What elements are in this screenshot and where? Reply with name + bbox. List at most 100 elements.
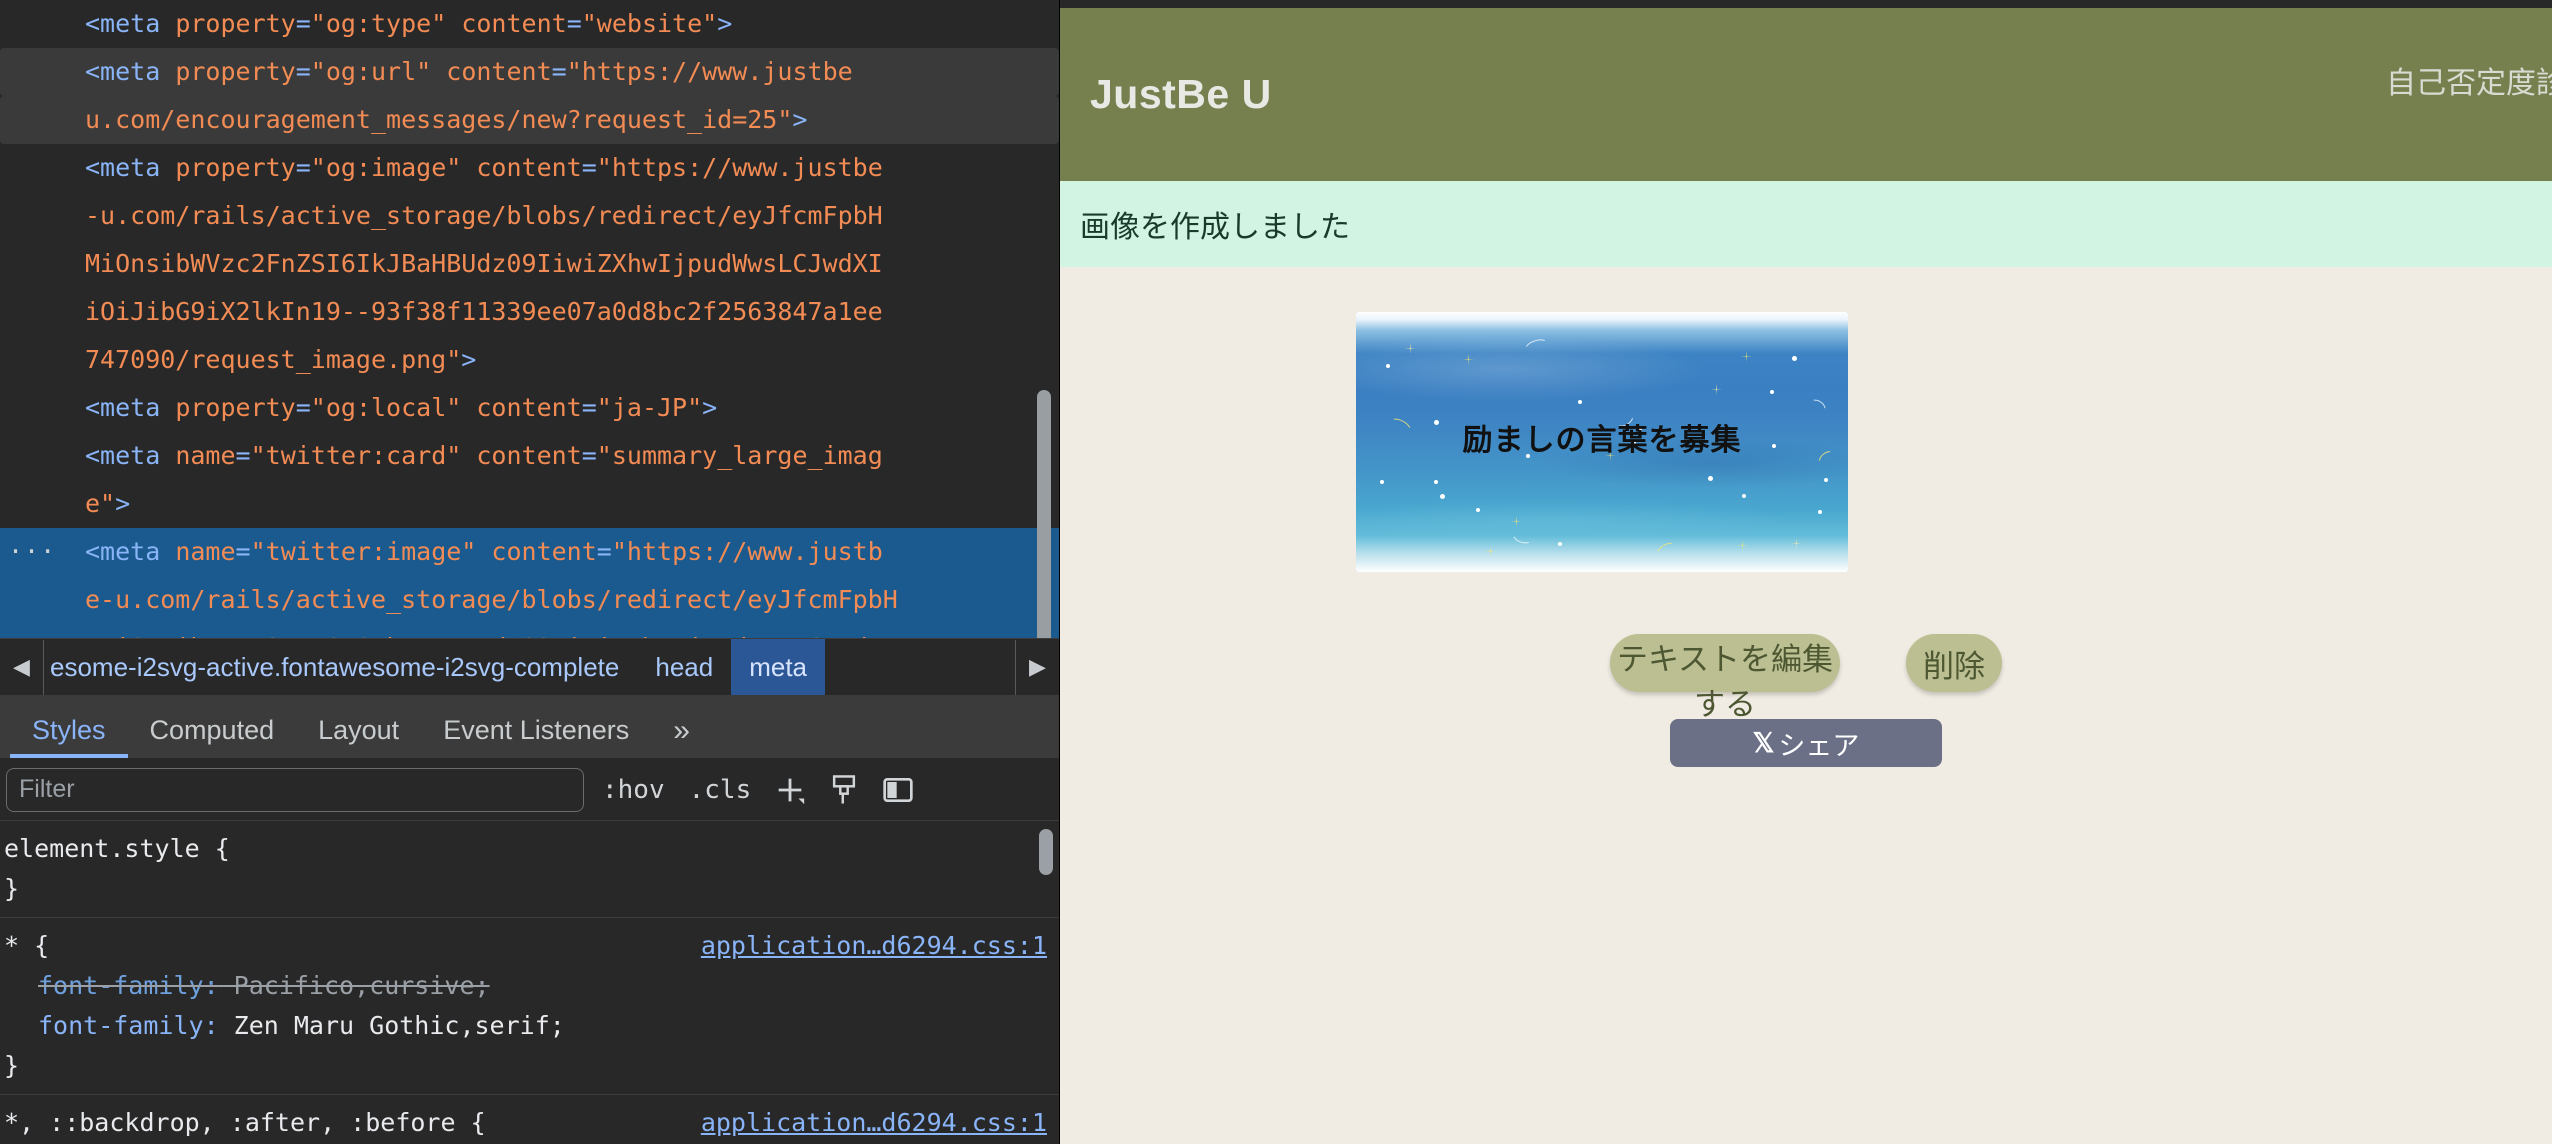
share-x-button[interactable]: 𝕏 シェア [1670,719,1942,767]
styles-tab[interactable]: Layout [296,717,421,758]
dom-code-line[interactable]: <meta property="og:type" content="websit… [0,0,1059,48]
delete-button[interactable]: 削除 [1906,634,2002,692]
code-token: = [295,9,311,38]
css-rule-header: element.style { [4,829,1059,869]
plus-icon[interactable] [769,769,811,811]
hov-toggle[interactable]: :hov [596,775,671,805]
app-main: 励ましの言葉を募集 テキストを編集する 削除 𝕏 シェア [1060,267,2552,1144]
sparkle-icon [1406,344,1415,353]
css-selector[interactable]: element.style { [4,829,230,869]
code-token: > [115,489,131,518]
screen-root: <meta property="og:type" content="websit… [0,0,2552,1144]
star-dot [1380,480,1384,484]
dom-code-line[interactable]: e-u.com/rails/active_storage/blobs/redir… [0,576,1059,624]
star-dot [1708,476,1713,481]
nav-link-self-denial-check[interactable]: 自己否定度診 [2386,58,2552,102]
css-rule-header: * { application…d6294.css:1 [4,926,1059,966]
css-rule[interactable]: *, ::backdrop, :after, :before { applicat… [0,1095,1059,1144]
css-source-link[interactable]: application…d6294.css:1 [701,1103,1047,1143]
elements-tree[interactable]: <meta property="og:type" content="websit… [0,0,1059,638]
breadcrumb-item[interactable]: head [637,639,731,695]
code-token: content [446,9,567,38]
star-dot [1792,356,1797,361]
dom-code-line[interactable]: <meta property="og:image" content="https… [0,144,1059,192]
code-token: = [235,537,251,566]
dom-code-line[interactable]: <meta property="og:url" content="https:/… [0,48,1059,96]
styles-tab[interactable]: Event Listeners [421,717,651,758]
css-property-name[interactable]: font-family: [38,971,219,1000]
code-token: property [175,57,296,86]
styles-filter-bar[interactable]: :hov .cls [0,759,1059,821]
css-property-value[interactable]: Pacifico,cursive; [219,971,490,1000]
styles-tabbar[interactable]: Styles Computed Layout Event Listeners» [0,695,1059,759]
code-token: "summary_large_imag [596,441,883,470]
dom-code-line[interactable]: e"> [0,480,1059,528]
css-selector[interactable]: * { [4,926,49,966]
action-button-row: テキストを編集する 削除 [1060,634,2552,722]
star-dot [1558,542,1562,546]
edit-text-button[interactable]: テキストを編集する [1610,634,1840,722]
css-declaration[interactable]: font-family: Zen Maru Gothic,serif; [4,1006,1059,1046]
breadcrumb-items[interactable]: esome-i2svg-active.fontawesome-i2svg-com… [44,639,1015,695]
breadcrumb-item[interactable]: esome-i2svg-active.fontawesome-i2svg-com… [44,639,637,695]
css-rules-list[interactable]: element.style {} * { application…d6294.css… [0,821,1059,1144]
css-source-link[interactable]: application…d6294.css:1 [701,926,1047,966]
code-token: = [295,153,311,182]
code-token: <meta [85,153,176,182]
code-token: = [295,393,311,422]
css-property-value[interactable]: Zen Maru Gothic,serif; [219,1011,565,1040]
css-property-name[interactable]: font-family: [38,1011,219,1040]
code-token: <meta [85,537,176,566]
code-token: > [461,345,477,374]
star-dot [1824,478,1828,482]
chevron-right-icon[interactable]: ▶ [1015,639,1059,695]
breadcrumb[interactable]: ◀ esome-i2svg-active.fontawesome-i2svg-c… [0,638,1059,695]
flash-text: 画像を作成しました [1080,211,1350,244]
dom-code-line[interactable]: iOiJibG9iX2lkIn19--93f38f11339ee07a0d8bc… [0,288,1059,336]
filter-input[interactable] [6,767,584,812]
star-dot [1476,508,1480,512]
dom-code-line[interactable]: <meta name="twitter:card" content="summa… [0,432,1059,480]
css-rule[interactable]: * {application…d6294.css:1 font-family: P… [0,918,1059,1095]
code-token: = [581,153,597,182]
css-rule[interactable]: element.style {} [0,821,1059,918]
dom-code-line[interactable]: MiOnsibWVzc2FnZSI6IkJBaHBUdz09IiwiZXhwIj… [0,240,1059,288]
breadcrumb-item[interactable]: meta [731,639,826,695]
brand-logo[interactable]: JustBe U [1090,71,1272,118]
dom-code-line[interactable]: u.com/encouragement_messages/new?request… [0,96,1059,144]
dom-code-line[interactable]: <meta name="twitter:image" content="http… [0,528,1059,576]
css-rule-close-brace: } [4,1051,20,1080]
star-dot [1578,400,1582,404]
code-token: "twitter:image" [250,537,477,566]
cls-toggle[interactable]: .cls [683,775,758,805]
star-dot [1742,494,1746,498]
generated-image-card[interactable]: 励ましの言葉を募集 [1356,312,1848,572]
elements-scrollbar[interactable] [1037,390,1051,650]
css-selector[interactable]: *, ::backdrop, :after, :before { [4,1103,486,1143]
x-twitter-icon: 𝕏 [1752,727,1775,758]
paintbrush-icon[interactable] [823,769,865,811]
styles-tab[interactable]: » [651,716,712,758]
sparkle-icon [1486,547,1495,556]
dom-code-line[interactable]: HMiOnsibWVzc2FnZSI6IkJBaHBUdz09IiwiZXhwI… [0,624,1059,638]
app-viewport: JustBe U 自己否定度診 画像を作成しました 励ましの言葉を募集 テキスト… [1060,0,2552,1144]
styles-tab[interactable]: Computed [128,717,297,758]
code-token: > [702,393,718,422]
code-token: "website" [581,9,718,38]
code-token: content [461,153,582,182]
styles-tab[interactable]: Styles [10,717,128,758]
toggle-sidebar-icon[interactable] [877,769,919,811]
code-token: "og:url" [310,57,432,86]
code-token: <meta [85,9,176,38]
code-token: <meta [85,441,176,470]
css-declaration[interactable]: font-family: Pacifico,cursive; [4,966,1059,1006]
css-rule-header: *, ::backdrop, :after, :before { applicat… [4,1103,1059,1143]
chevron-left-icon[interactable]: ◀ [0,639,44,695]
code-token: "https://www.justbe [566,57,853,86]
css-rule-close-brace: } [4,874,20,903]
dom-code-line[interactable]: -u.com/rails/active_storage/blobs/redire… [0,192,1059,240]
dom-code-line[interactable]: 747090/request_image.png"> [0,336,1059,384]
sparkle-icon [1512,517,1521,526]
dom-code-line[interactable]: <meta property="og:local" content="ja-JP… [0,384,1059,432]
code-token: name [175,537,236,566]
